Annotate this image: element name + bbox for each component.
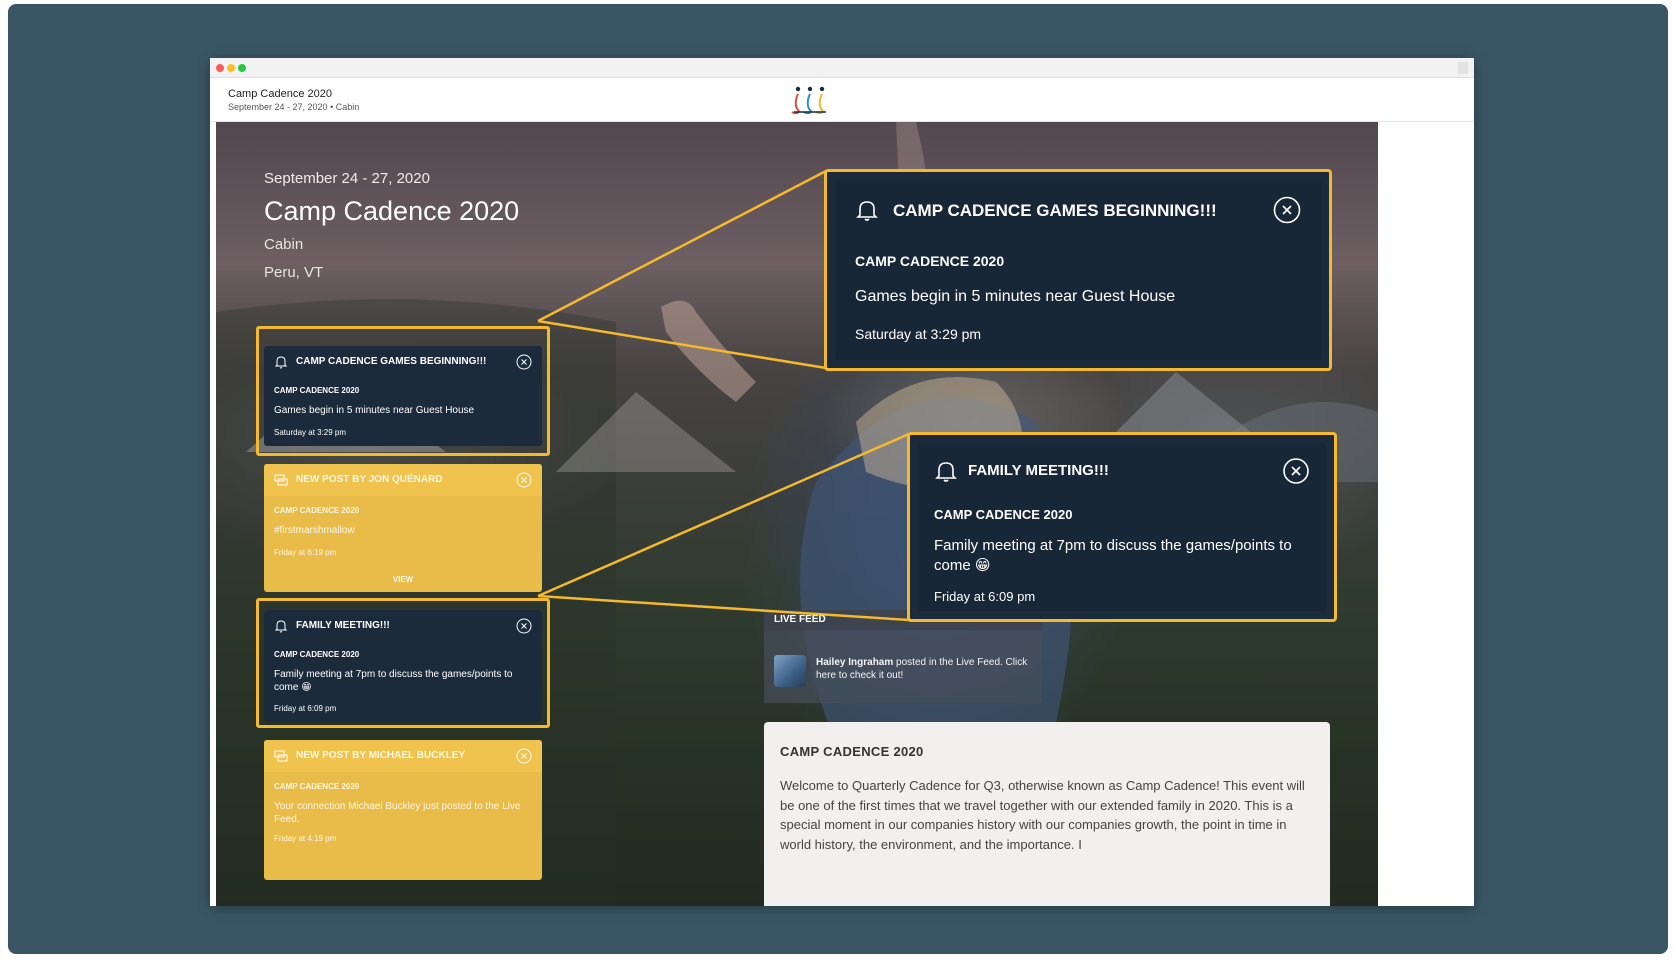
zoomed-org: CAMP CADENCE 2020 xyxy=(855,253,1005,269)
close-circle-icon[interactable] xyxy=(1273,196,1301,224)
chrome-scrollbar[interactable] xyxy=(1458,62,1468,74)
notification-card[interactable]: NEW POST BY JON QUÉNARD CAMP CADENCE 202… xyxy=(264,464,542,592)
zoomed-notification-card: FAMILY MEETING!!! CAMP CADENCE 2020 Fami… xyxy=(918,443,1326,611)
post-icon xyxy=(274,473,288,487)
notification-message: Your connection Michael Buckley just pos… xyxy=(274,801,521,825)
zoomed-message: Games begin in 5 minutes near Guest Hous… xyxy=(855,288,1176,305)
notification-card[interactable]: NEW POST BY MICHAEL BUCKLEY CAMP CADENCE… xyxy=(264,740,542,880)
live-feed-user[interactable]: Hailey Ingraham xyxy=(816,657,893,668)
event-description-card: CAMP CADENCE 2020 Welcome to Quarterly C… xyxy=(764,722,1330,906)
live-feed-item[interactable]: Hailey Ingraham posted in the Live Feed.… xyxy=(816,656,1036,682)
notification-org: CAMP CADENCE 2020 xyxy=(274,506,360,515)
notification-org: CAMP CADENCE 2020 xyxy=(274,782,360,791)
zoomed-time: Saturday at 3:29 pm xyxy=(855,326,982,342)
highlight-frame xyxy=(256,326,550,456)
presentation-frame: Camp Cadence 2020 September 24 - 27, 202… xyxy=(8,4,1668,954)
zoomed-message: Family meeting at 7pm to discuss the gam… xyxy=(934,537,1292,574)
close-circle-icon[interactable] xyxy=(516,472,532,488)
zoomed-time: Friday at 6:09 pm xyxy=(934,589,1036,604)
notification-time: Friday at 6:19 pm xyxy=(274,548,337,557)
close-circle-icon[interactable] xyxy=(1282,457,1310,485)
app-header: Camp Cadence 2020 September 24 - 27, 202… xyxy=(210,78,1474,122)
header-event-title[interactable]: Camp Cadence 2020 xyxy=(228,88,332,100)
view-post-button[interactable]: VIEW xyxy=(264,575,542,584)
about-body: Welcome to Quarterly Cadence for Q3, oth… xyxy=(780,778,1305,852)
avatar[interactable] xyxy=(774,655,806,687)
cadence-logo-icon[interactable] xyxy=(790,85,830,117)
post-icon xyxy=(274,749,288,763)
notification-time: Friday at 4:19 pm xyxy=(274,834,337,843)
hero-event-location: Peru, VT xyxy=(264,264,324,281)
header-event-subtitle: September 24 - 27, 2020 • Cabin xyxy=(228,102,360,112)
hero-event-dates: September 24 - 27, 2020 xyxy=(264,170,430,187)
bell-icon xyxy=(934,459,958,483)
close-circle-icon[interactable] xyxy=(516,748,532,764)
window-minimize-button[interactable] xyxy=(227,64,235,72)
window-close-button[interactable] xyxy=(216,64,224,72)
window-maximize-button[interactable] xyxy=(238,64,246,72)
highlight-frame xyxy=(256,598,550,728)
about-title: CAMP CADENCE 2020 xyxy=(780,744,924,759)
bell-icon xyxy=(855,198,879,222)
live-feed-label: LIVE FEED xyxy=(774,614,826,625)
zoomed-title: CAMP CADENCE GAMES BEGINNING!!! xyxy=(893,201,1217,220)
zoomed-org: CAMP CADENCE 2020 xyxy=(934,507,1073,522)
zoomed-notification: FAMILY MEETING!!! CAMP CADENCE 2020 Fami… xyxy=(907,432,1337,622)
hero-event-title: Camp Cadence 2020 xyxy=(264,196,520,226)
zoomed-notification: CAMP CADENCE GAMES BEGINNING!!! CAMP CAD… xyxy=(824,169,1332,371)
zoomed-title: FAMILY MEETING!!! xyxy=(968,462,1109,479)
notification-message: #firstmarshmallow xyxy=(274,525,355,536)
live-feed-panel[interactable]: LIVE FEED Hailey Ingraham posted in the … xyxy=(764,610,1042,703)
browser-chrome xyxy=(210,58,1474,78)
notification-title: NEW POST BY MICHAEL BUCKLEY xyxy=(296,750,466,761)
notification-title: NEW POST BY JON QUÉNARD xyxy=(296,474,443,485)
zoomed-notification-card: CAMP CADENCE GAMES BEGINNING!!! CAMP CAD… xyxy=(835,180,1321,360)
hero-event-venue: Cabin xyxy=(264,236,304,253)
